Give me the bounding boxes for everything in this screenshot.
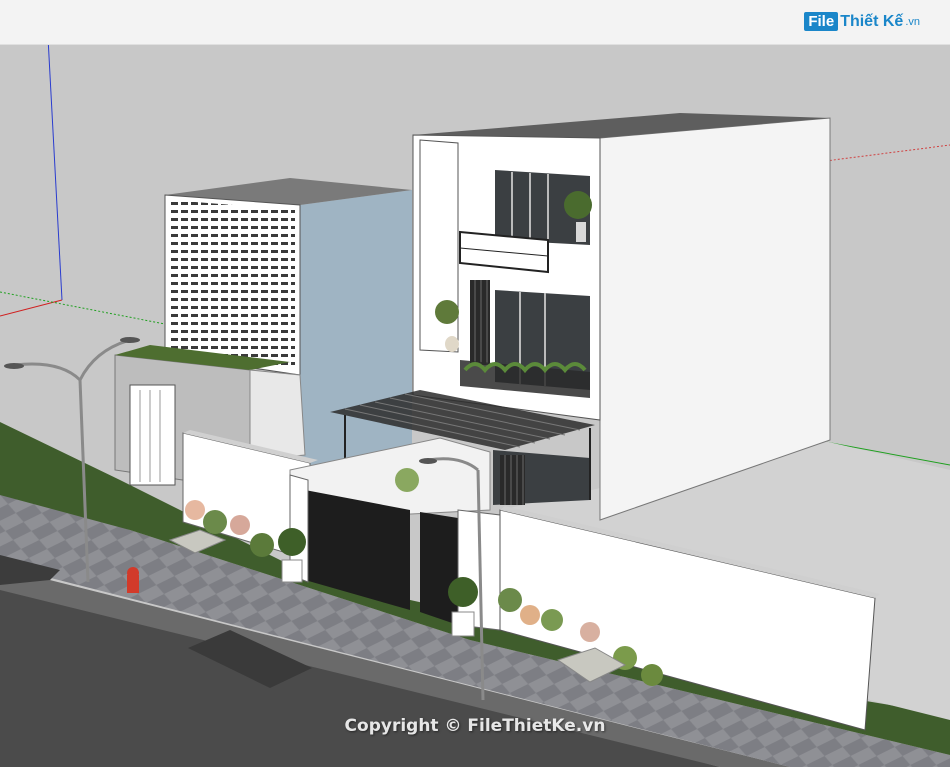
plant-left	[435, 300, 459, 324]
site-logo: File Thiết Kế .vn	[804, 12, 920, 31]
fire-hydrant	[127, 567, 139, 593]
sketchup-scene: File Thiết Kế .vn Copyright © FileThietK…	[0, 0, 950, 767]
logo-suffix: .vn	[905, 15, 920, 28]
logo-badge: File	[804, 12, 839, 31]
neighbor-door	[129, 384, 176, 486]
brick-screen	[170, 200, 295, 370]
neighbor-blue-wall	[300, 190, 412, 470]
house-model-render	[0, 0, 950, 767]
potted-plant-top	[395, 468, 419, 492]
pedestrian-gate	[420, 512, 458, 625]
top-banner: File Thiết Kế .vn	[0, 0, 950, 45]
copyright-watermark: Copyright © FileThietKe.vn	[344, 716, 606, 736]
plant-upper	[564, 191, 592, 219]
logo-name: Thiết Kế	[840, 12, 904, 30]
